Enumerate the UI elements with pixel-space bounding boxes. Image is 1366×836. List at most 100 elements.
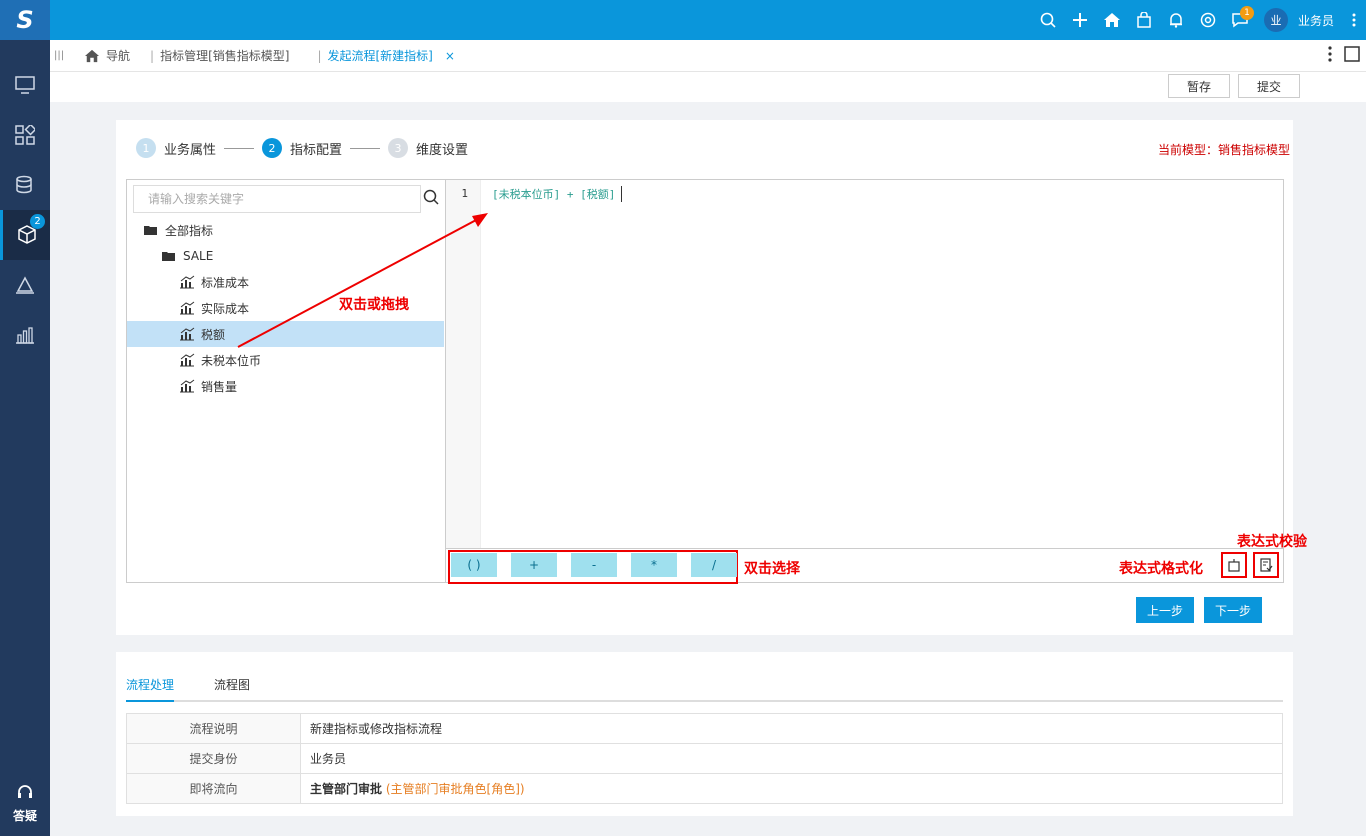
flow-value: 新建指标或修改指标流程	[300, 713, 1283, 744]
tab-menu-icon[interactable]: |||	[54, 50, 74, 61]
flow-key: 流程说明	[126, 713, 301, 744]
folder-icon	[162, 252, 175, 261]
plus-button[interactable]: +	[511, 553, 557, 577]
expression-code[interactable]: [未税本位币] + [税额]	[492, 186, 623, 202]
line-number: 1	[461, 187, 468, 200]
action-bar: 暂存 提交	[50, 72, 1366, 102]
more-icon[interactable]	[1328, 46, 1332, 62]
flow-key: 提交身份	[126, 743, 301, 774]
top-bar: S 1 业 业务员	[0, 0, 1366, 40]
app-logo[interactable]: S	[0, 0, 50, 40]
parentheses-button[interactable]: ( )	[451, 553, 497, 577]
operator-bar: ( ) + - * / 双击选择 表达式格式化	[446, 548, 1283, 584]
table-row: 提交身份 业务员	[126, 743, 1283, 774]
username[interactable]: 业务员	[1298, 12, 1334, 29]
apps-icon[interactable]	[0, 110, 50, 160]
message-badge: 1	[1239, 6, 1254, 20]
validate-button[interactable]	[1253, 552, 1279, 578]
fullscreen-icon[interactable]	[1344, 46, 1360, 62]
tree-item[interactable]: 标准成本	[127, 269, 444, 295]
monitor-icon[interactable]	[0, 60, 50, 110]
validate-icon	[1260, 558, 1273, 572]
tree-item[interactable]: 销售量	[127, 373, 444, 399]
close-icon[interactable]: ×	[445, 49, 455, 63]
tree-label: SALE	[183, 249, 214, 263]
step-label[interactable]: 指标配置	[290, 139, 342, 158]
flow-value: 主管部门审批	[310, 782, 383, 796]
flow-value-cell: 主管部门审批 (主管部门审批角色[角色])	[300, 773, 1283, 804]
help-label: 答疑	[12, 809, 37, 823]
table-row: 即将流向 主管部门审批 (主管部门审批角色[角色])	[126, 773, 1283, 804]
tab-bar: ||| 导航 | 指标管理[销售指标模型] | 发起流程[新建指标] ×	[50, 40, 1366, 72]
steps: 1 业务属性 2 指标配置 3 维度设置	[136, 138, 476, 158]
tree-label: 税额	[201, 327, 226, 342]
tab-flow-process[interactable]: 流程处理	[126, 670, 175, 702]
divide-button[interactable]: /	[691, 553, 737, 577]
step-number: 2	[262, 138, 283, 158]
multiply-button[interactable]: *	[631, 553, 677, 577]
search-input[interactable]: 请输入搜索关键字	[133, 185, 421, 213]
tab-start-process[interactable]: | 发起流程[新建指标] ×	[307, 40, 464, 72]
tab-metric-management[interactable]: | 指标管理[销售指标模型]	[140, 40, 299, 72]
tab-separator: |	[150, 48, 155, 63]
bag-icon[interactable]	[1128, 0, 1160, 40]
help-button[interactable]: 答疑	[0, 784, 50, 824]
submit-button[interactable]: 提交	[1238, 74, 1300, 98]
top-icons: 1 业 业务员	[1032, 0, 1366, 40]
tree-label: 销售量	[201, 379, 238, 394]
minus-button[interactable]: -	[571, 553, 617, 577]
flow-value: 业务员	[300, 743, 1283, 774]
line-gutter: 1	[446, 180, 481, 548]
message-icon[interactable]: 1	[1224, 0, 1256, 40]
tree-root[interactable]: 全部指标	[127, 217, 444, 243]
database-icon[interactable]	[0, 160, 50, 210]
tree-item[interactable]: 未税本位币	[127, 347, 444, 373]
format-button[interactable]	[1221, 552, 1247, 578]
sidebar-badge: 2	[30, 214, 45, 229]
step-connector	[224, 147, 255, 149]
headset-icon	[18, 785, 32, 798]
metric-icon	[180, 379, 195, 393]
cube-icon[interactable]: 2	[0, 210, 50, 260]
save-draft-button[interactable]: 暂存	[1168, 74, 1230, 98]
step-connector	[350, 147, 381, 149]
search-icon[interactable]	[423, 189, 439, 205]
tab-bar-controls	[1328, 46, 1360, 62]
tab-nav-label: 导航	[106, 49, 131, 63]
home-icon	[85, 49, 99, 62]
tree-label: 全部指标	[165, 223, 214, 238]
flow-table: 流程说明 新建指标或修改指标流程 提交身份 业务员 即将流向 主管部门审批 (主…	[126, 713, 1283, 804]
metric-icon	[180, 327, 195, 341]
tree-folder[interactable]: SALE	[127, 243, 444, 269]
folder-icon	[144, 226, 157, 235]
search-icon[interactable]	[1032, 0, 1064, 40]
expression-editor[interactable]: 1 [未税本位币] + [税额] ( ) + - * / 双击选择 表达式格式化	[445, 179, 1284, 584]
tab-flow-chart[interactable]: 流程图	[214, 670, 250, 700]
bell-icon[interactable]	[1160, 0, 1192, 40]
sidebar: 2 答疑	[0, 40, 50, 836]
flow-key: 即将流向	[126, 773, 301, 804]
chart-icon[interactable]	[0, 310, 50, 360]
layers-icon[interactable]	[0, 260, 50, 310]
avatar[interactable]: 业	[1263, 8, 1288, 32]
prev-step-button[interactable]: 上一步	[1136, 597, 1194, 623]
validate-annotation: 表达式校验	[1237, 534, 1307, 550]
step-number: 3	[388, 138, 409, 158]
flow-tabs: 流程处理 流程图	[126, 670, 1283, 702]
tree-item-selected[interactable]: 税额	[127, 321, 444, 347]
tab-nav[interactable]: 导航	[74, 40, 140, 72]
home-icon[interactable]	[1096, 0, 1128, 40]
settings-icon[interactable]	[1192, 0, 1224, 40]
next-step-button[interactable]: 下一步	[1204, 597, 1262, 623]
current-model-label: 当前模型：销售指标模型	[1157, 143, 1290, 157]
step-label[interactable]: 维度设置	[416, 139, 468, 158]
step-number: 1	[136, 138, 156, 158]
format-annotation: 表达式格式化	[1119, 561, 1203, 577]
step-label[interactable]: 业务属性	[164, 139, 216, 158]
more-icon[interactable]	[1342, 0, 1366, 40]
metric-icon	[180, 275, 195, 289]
drag-annotation: 双击或拖拽	[339, 297, 409, 313]
plus-icon[interactable]	[1064, 0, 1096, 40]
table-row: 流程说明 新建指标或修改指标流程	[126, 713, 1283, 744]
tree-label: 实际成本	[201, 301, 250, 316]
